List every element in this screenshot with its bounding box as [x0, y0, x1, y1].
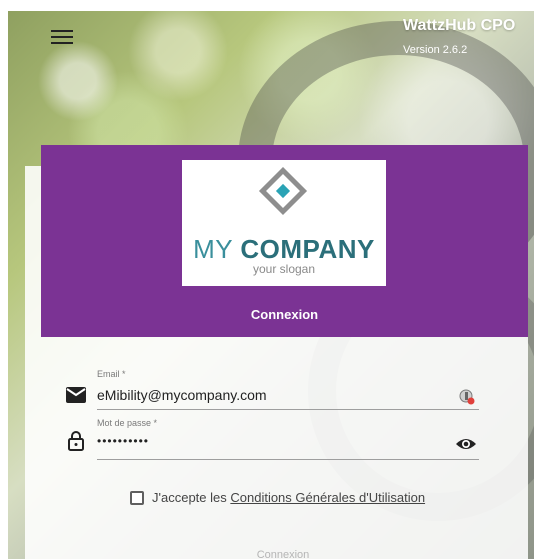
logo-company-name: MY COMPANY [193, 234, 375, 264]
terms-text: J'accepte les Conditions Générales d'Uti… [152, 490, 426, 505]
login-header-title: Connexion [250, 307, 319, 322]
login-page: WattzHub CPO Version 2.6.2 MY COMPANY yo… [8, 11, 534, 559]
mail-icon [66, 387, 86, 403]
password-input[interactable]: •••••••••• [97, 434, 149, 448]
visibility-icon[interactable] [455, 437, 477, 451]
email-input[interactable]: eMibility@mycompany.com [97, 387, 267, 403]
lock-icon [68, 431, 84, 451]
app-title: WattzHub CPO [403, 17, 516, 34]
logo-slogan: your slogan [252, 262, 316, 276]
app-version: Version 2.6.2 [403, 44, 468, 56]
password-label: Mot de passe * [97, 418, 158, 428]
logo-diamond-icon [258, 166, 308, 216]
autofill-key-icon[interactable] [459, 389, 475, 405]
terms-checkbox[interactable] [130, 491, 144, 505]
email-underline [97, 409, 479, 410]
login-button[interactable]: Connexion [208, 549, 358, 559]
email-label: Email * [97, 369, 126, 379]
password-underline [97, 459, 479, 460]
terms-link[interactable]: Conditions Générales d'Utilisation [230, 490, 425, 505]
company-logo: MY COMPANY your slogan [182, 160, 386, 286]
menu-icon[interactable] [51, 29, 73, 45]
